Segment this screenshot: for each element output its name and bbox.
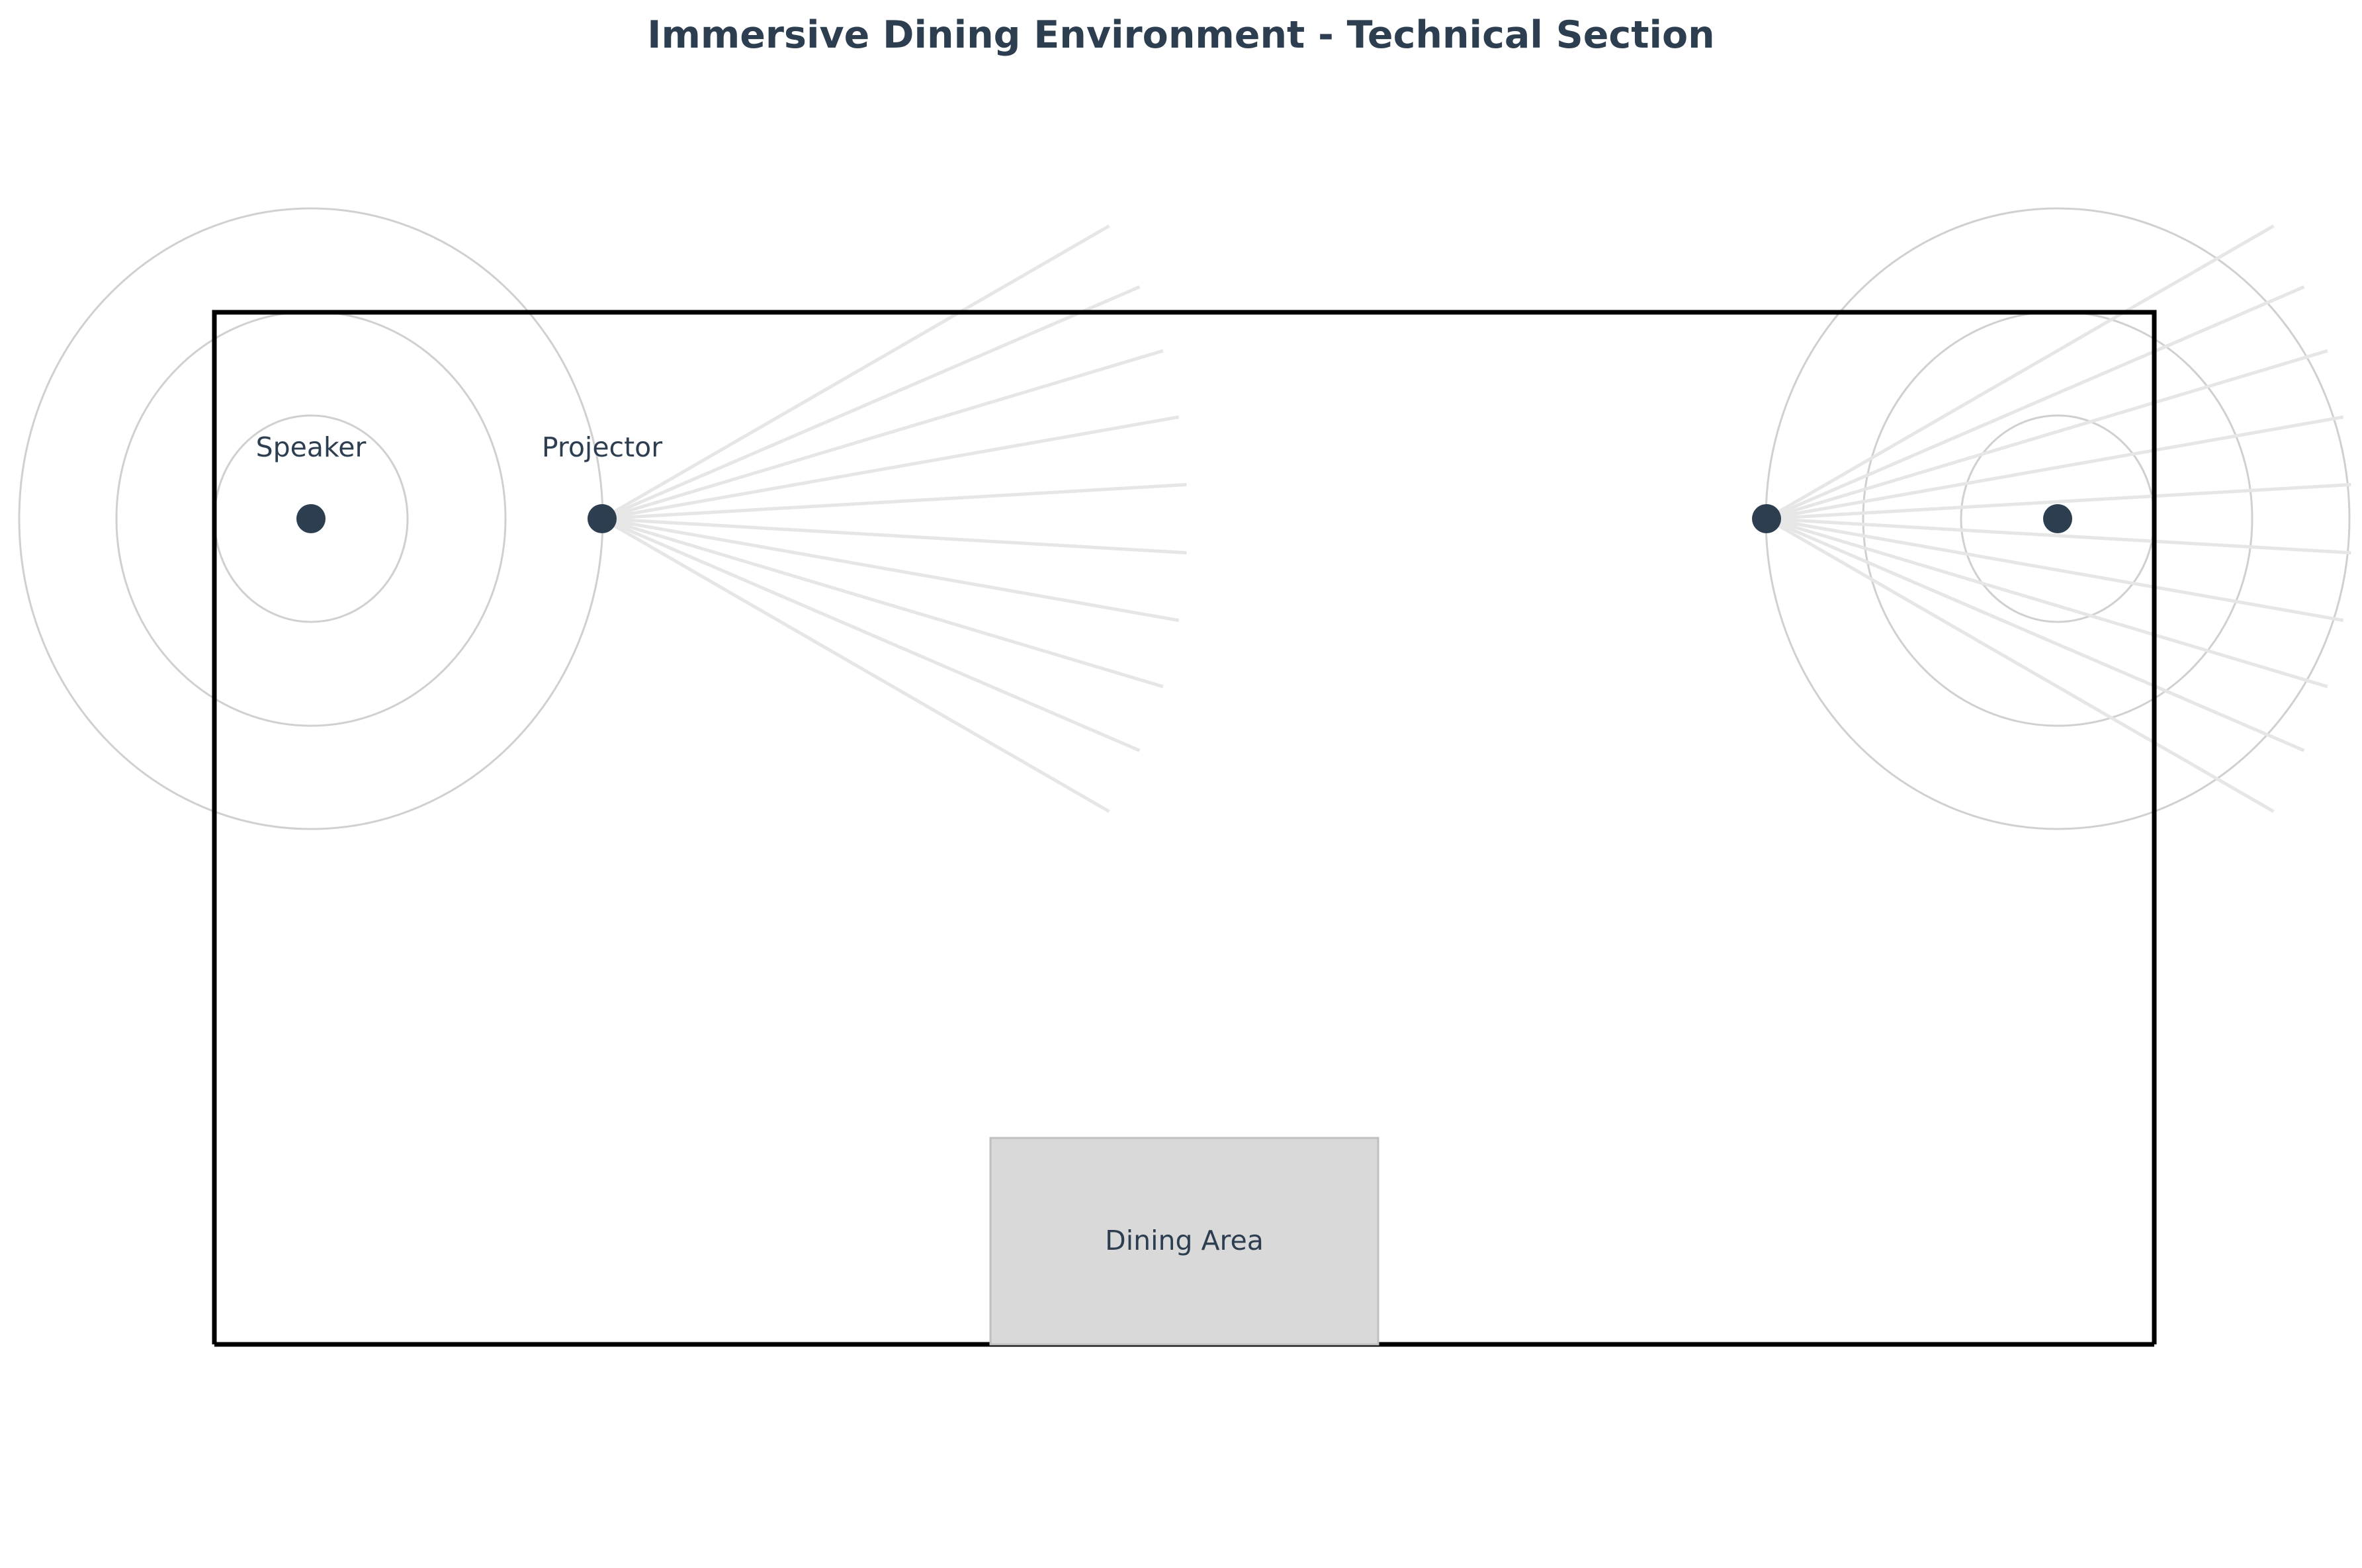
left-speaker-marker [296, 504, 326, 533]
right-speaker-marker [2043, 504, 2072, 533]
diagram-title: Immersive Dining Environment - Technical… [647, 13, 1714, 57]
left-projector-marker [588, 504, 617, 533]
projector-label: Projector [542, 431, 662, 463]
technical-section-diagram: Immersive Dining Environment - Technical… [18, 13, 2351, 1347]
dining-area-label: Dining Area [1105, 1225, 1264, 1256]
right-projector-beam-9 [1766, 517, 2305, 752]
left-projector-beam-9 [601, 517, 1141, 752]
right-projector-marker [1752, 504, 1781, 533]
speaker-label: Speaker [256, 431, 367, 463]
left-projector-beam-2 [601, 285, 1141, 521]
right-projector-beam-2 [1766, 285, 2305, 521]
